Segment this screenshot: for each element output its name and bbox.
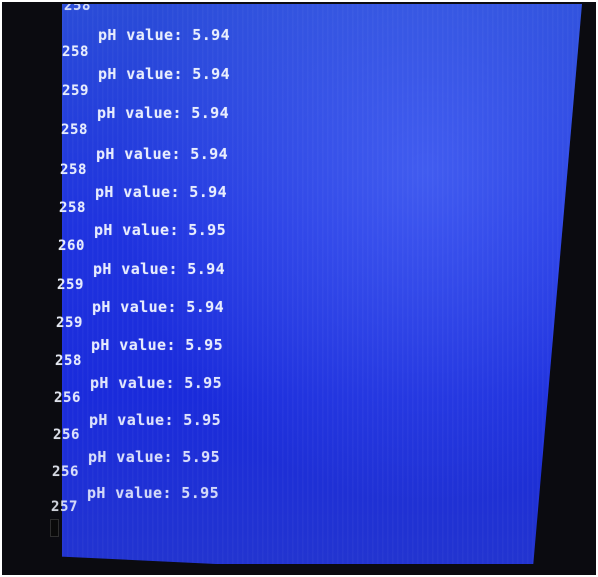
- ph-value-line: pH value: 5.95: [90, 374, 223, 392]
- reading-number: 256: [53, 427, 81, 443]
- ph-value-line: pH value: 5.94: [96, 145, 229, 163]
- reading-number: 258: [61, 122, 89, 138]
- ph-value-line: pH value: 5.95: [89, 411, 222, 429]
- photo-of-terminal-screen: 258 pH value: 5.94 258 pH value: 5.94 25…: [0, 0, 598, 577]
- reading-number: 260: [58, 238, 86, 254]
- reading-number: 256: [54, 390, 82, 406]
- reading-number: 257: [51, 499, 79, 515]
- ph-value-line: pH value: 5.95: [94, 221, 227, 239]
- reading-number: 258: [55, 353, 83, 369]
- reading-number: 259: [62, 83, 90, 99]
- reading-number: 258: [62, 44, 90, 60]
- ph-value-line: pH value: 5.94: [98, 65, 231, 83]
- ph-value-line: pH value: 5.94: [98, 26, 231, 44]
- reading-number: 256: [52, 464, 80, 480]
- ph-value-line: pH value: 5.95: [91, 336, 224, 354]
- ph-value-line: pH value: 5.94: [93, 260, 226, 278]
- reading-number: 259: [56, 315, 84, 331]
- ph-value-line: pH value: 5.94: [92, 298, 225, 316]
- ph-value-line: pH value: 5.94: [95, 183, 228, 201]
- ph-value-line: pH value: 5.94: [97, 104, 230, 122]
- terminal-screen: 258 pH value: 5.94 258 pH value: 5.94 25…: [50, 4, 582, 564]
- terminal-output: 258 pH value: 5.94 258 pH value: 5.94 25…: [50, 4, 582, 564]
- terminal-cursor: [50, 519, 59, 537]
- reading-number: 258: [59, 200, 87, 216]
- reading-number: 259: [57, 277, 85, 293]
- ph-value-line: pH value: 5.95: [88, 448, 221, 466]
- ph-value-line: pH value: 5.95: [87, 484, 220, 502]
- reading-number: 258: [60, 162, 88, 178]
